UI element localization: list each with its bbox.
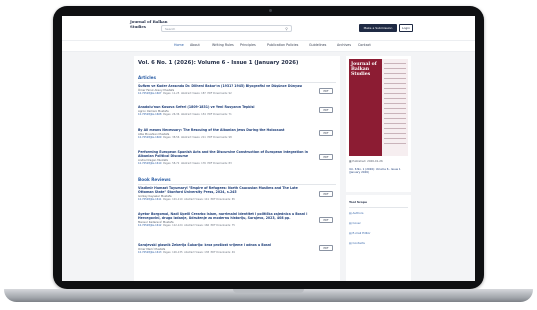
abstract-views: Abstract Views: 176 bbox=[180, 162, 206, 165]
pdf-downloads: PDF Downloads: 49 bbox=[210, 251, 235, 255]
article-item: Anadolu'nun Kosova Seferi (1809-1831) ve… bbox=[138, 105, 336, 117]
pages: Pages: 101-110 bbox=[163, 198, 183, 201]
issue-link[interactable]: Vol. 6 No. 1 (2026): Volume 6 - Issue 1 … bbox=[349, 167, 408, 175]
abstract-views: Abstract Views: 187 bbox=[180, 92, 206, 96]
tool-label: Authors bbox=[352, 211, 364, 215]
cover-title: Journal of Balkan Studies bbox=[351, 62, 377, 78]
tool-link-email-editor[interactable]: ▤ E-mail Editor bbox=[349, 231, 370, 235]
doi-link[interactable]: 10.70528/jbs.1612 bbox=[138, 224, 162, 227]
nav-writing-rules[interactable]: Writing Rules bbox=[212, 43, 234, 47]
article-item: By All means Necessary: The Rescuing of … bbox=[138, 128, 336, 140]
section-heading-articles: Articles bbox=[138, 75, 156, 80]
pdf-downloads: PDF Downloads: 75 bbox=[210, 224, 235, 227]
laptop-notch bbox=[233, 289, 304, 293]
article-meta: 10.70528/jbs.1609 Pages: 38-56 Abstract … bbox=[138, 136, 336, 139]
screen: Journal of Balkan Studies Search ⚲ Make a… bbox=[62, 16, 475, 281]
doi-link[interactable]: 10.70528/jbs.1609 bbox=[138, 136, 162, 139]
divider bbox=[349, 207, 408, 208]
page-title: Vol. 6 No. 1 (2026): Volume 6 - Issue 1 … bbox=[138, 60, 299, 66]
tool-link-contacts[interactable]: ▤ Contacts bbox=[349, 241, 365, 245]
article-meta: 10.70528/jbs.1613 Pages: 126-135 Abstrac… bbox=[138, 251, 336, 254]
article-meta: 10.70528/jbs.1612 Pages: 112-124 Abstrac… bbox=[138, 224, 336, 227]
published-text: Published: 2026-01-26 bbox=[352, 159, 383, 163]
pdf-downloads: PDF Downloads: 71 bbox=[207, 113, 232, 117]
nav-guidelines[interactable]: Guidelines bbox=[309, 43, 326, 47]
nav-home[interactable]: Home bbox=[174, 43, 184, 47]
pdf-button[interactable]: PDF bbox=[319, 88, 333, 94]
article-meta: 10.70528/jbs.1611 Pages: 101-110 Abstrac… bbox=[138, 198, 336, 201]
published-date: ▦ Published: 2026-01-26 bbox=[349, 159, 408, 163]
divider bbox=[138, 82, 336, 83]
pdf-button[interactable]: PDF bbox=[319, 217, 333, 223]
pdf-button[interactable]: PDF bbox=[319, 245, 333, 251]
pages: Pages: 38-56 bbox=[163, 136, 180, 140]
nav-principles[interactable]: Principles bbox=[240, 43, 256, 47]
article-item: Performing European Spanish Acts and the… bbox=[138, 150, 336, 165]
article-meta: 10.70528/jbs.1608 Pages: 26-36 Abstract … bbox=[138, 113, 336, 116]
pages: Pages: 26-36 bbox=[163, 113, 180, 117]
tool-link-authors[interactable]: ▤ Authors bbox=[349, 211, 363, 215]
article-item: Ayetor Borgomai, Nadi Upelli Cerarbo Isl… bbox=[138, 212, 336, 227]
article-meta: 10.70528/jbs.1610 Pages: 58-72 Abstract … bbox=[138, 162, 336, 165]
abstract-views: Abstract Views: 141 bbox=[184, 198, 210, 201]
pages: Pages: 58-72 bbox=[163, 162, 180, 165]
doi-link[interactable]: 10.70528/jbs.1611 bbox=[138, 198, 162, 201]
search-input[interactable]: Search ⚲ bbox=[161, 25, 292, 32]
pdf-button[interactable]: PDF bbox=[319, 191, 333, 197]
tools-panel: Tool Scope ▤ Authors ▤ Cover ▤ E-mail Ed… bbox=[346, 195, 411, 281]
pdf-downloads: PDF Downloads: 98 bbox=[207, 136, 232, 140]
tool-link-cover[interactable]: ▤ Cover bbox=[349, 221, 361, 225]
nav-contact[interactable]: Contact bbox=[358, 43, 371, 47]
pdf-button[interactable]: PDF bbox=[319, 154, 333, 160]
doi-link[interactable]: 10.70528/jbs.1610 bbox=[138, 162, 162, 165]
pages: Pages: 126-135 bbox=[163, 251, 183, 255]
article-item: Vladimir Hamzat Tuyumaryi "Empire of Ref… bbox=[138, 186, 336, 201]
cover-image[interactable]: Journal of Balkan Studies bbox=[349, 59, 383, 156]
pages: Pages: 112-124 bbox=[163, 224, 183, 227]
login-button[interactable]: Login bbox=[399, 24, 413, 32]
main-nav: Home About Writing Rules Principles Publ… bbox=[62, 41, 475, 52]
pdf-downloads: PDF Downloads: 65 bbox=[210, 198, 235, 201]
pdf-button[interactable]: PDF bbox=[319, 130, 333, 136]
tools-heading: Tool Scope bbox=[349, 200, 368, 204]
article-meta: 10.70528/jbs.1607 Pages: 11-25 Abstract … bbox=[138, 92, 336, 95]
pdf-button[interactable]: PDF bbox=[319, 107, 333, 113]
pages: Pages: 11-25 bbox=[163, 92, 180, 96]
search-icon[interactable]: ⚲ bbox=[285, 26, 288, 33]
abstract-views: Abstract Views: 154 bbox=[180, 113, 206, 117]
doi-link[interactable]: 10.70528/jbs.1607 bbox=[138, 92, 162, 95]
pdf-downloads: PDF Downloads: 83 bbox=[207, 162, 232, 165]
section-heading-book-reviews: Book Reviews bbox=[138, 177, 171, 182]
nav-about[interactable]: About bbox=[190, 43, 200, 47]
tool-label: Cover bbox=[352, 221, 361, 225]
abstract-views: Abstract Views: 166 bbox=[184, 224, 210, 227]
search-placeholder: Search bbox=[165, 27, 176, 31]
article-item: Sufizm ve Kader Arasında Dr. Dilheni Bak… bbox=[138, 84, 336, 96]
article-item: Sarajevski glasnik Zekerija Šukarija: kr… bbox=[138, 243, 336, 255]
camera-icon bbox=[269, 9, 272, 12]
abstract-views: Abstract Views: 138 bbox=[184, 251, 210, 255]
doi-link[interactable]: 10.70528/jbs.1608 bbox=[138, 113, 162, 116]
divider bbox=[138, 184, 336, 185]
make-submission-button[interactable]: Make a Submission bbox=[359, 24, 397, 32]
issue-cover-panel: Journal of Balkan Studies ▦ Published: 2… bbox=[346, 56, 411, 192]
abstract-views: Abstract Views: 211 bbox=[180, 136, 206, 140]
tool-label: E-mail Editor bbox=[352, 231, 371, 235]
nav-publication-policies[interactable]: Publication Policies bbox=[267, 43, 298, 47]
pdf-downloads: PDF Downloads: 92 bbox=[207, 92, 232, 96]
nav-archives[interactable]: Archives bbox=[337, 43, 351, 47]
issue-content: Vol. 6 No. 1 (2026): Volume 6 - Issue 1 … bbox=[134, 56, 340, 281]
doi-link[interactable]: 10.70528/jbs.1613 bbox=[138, 251, 162, 254]
tool-label: Contacts bbox=[352, 241, 365, 245]
site-header: Journal of Balkan Studies Search ⚲ Make a… bbox=[62, 16, 475, 41]
cover-toc-strip bbox=[382, 59, 408, 156]
